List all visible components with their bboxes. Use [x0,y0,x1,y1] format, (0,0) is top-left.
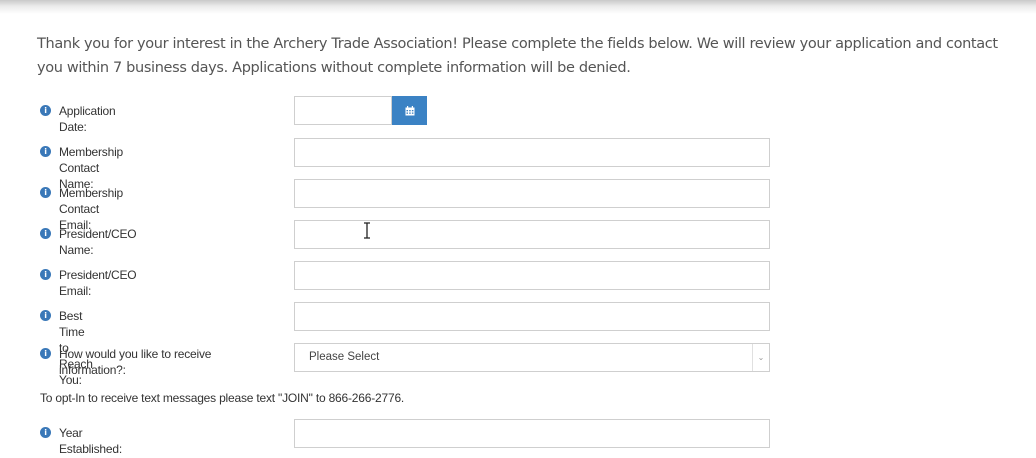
president-ceo-name-label: i President/CEO Name: [40,226,137,258]
intro-text: Thank you for your interest in the Arche… [37,36,998,76]
calendar-button[interactable] [392,96,427,125]
top-shadow [0,0,1036,14]
president-ceo-email-input[interactable] [294,261,770,290]
info-icon[interactable]: i [40,427,51,438]
receive-info-label: i How would you like to receive informat… [40,346,250,378]
membership-contact-name-input[interactable] [294,138,770,167]
best-time-input[interactable] [294,302,770,331]
text-cursor-icon [364,222,370,239]
info-icon[interactable]: i [40,146,51,157]
info-icon[interactable]: i [40,269,51,280]
info-icon[interactable]: i [40,105,51,116]
optin-text: To opt-In to receive text messages pleas… [40,391,405,405]
receive-info-selected-value: Please Select [309,351,380,363]
info-icon[interactable]: i [40,187,51,198]
president-ceo-email-label: i President/CEO Email: [40,267,137,299]
application-date-input[interactable] [294,96,392,125]
info-icon[interactable]: i [40,348,51,359]
chevron-down-icon[interactable]: ⌄ [752,344,769,371]
info-icon[interactable]: i [40,228,51,239]
year-established-label: i Year Established: [40,425,122,457]
year-established-input[interactable] [294,419,770,448]
receive-info-select[interactable]: Please Select ⌄ [294,343,770,372]
application-date-label: i Application Date: [40,103,116,135]
calendar-icon [405,105,414,115]
membership-contact-email-input[interactable] [294,179,770,208]
info-icon[interactable]: i [40,310,51,321]
